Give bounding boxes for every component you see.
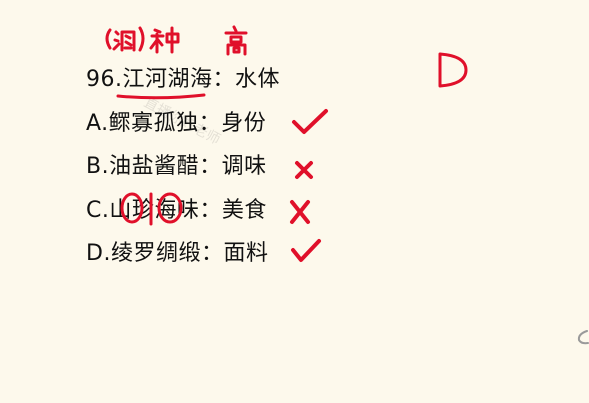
option-c: C.山珍海味：美食 — [86, 197, 267, 225]
option-d: D.绫罗绸缎：面料 — [86, 240, 268, 268]
question-stem: 江河湖海 — [122, 67, 213, 92]
whiteboard: 96.江河湖海：水体 A.鳏寡孤独：身份 B.油盐酱醋：调味 C.山珍海味：美食… — [0, 0, 589, 403]
question-number: 96. — [86, 67, 123, 92]
option-a-category: 身份 — [221, 111, 267, 136]
option-d-prefix: D. — [86, 241, 111, 266]
option-b-term: 油盐酱醋 — [109, 154, 200, 179]
option-b-category: 调味 — [221, 154, 267, 179]
option-d-separator: ： — [200, 241, 224, 266]
check-icon — [290, 108, 330, 140]
handwritten-answer — [430, 48, 475, 97]
question-category: 水体 — [235, 67, 281, 92]
pen-cursor-icon — [576, 330, 589, 350]
option-d-category: 面料 — [223, 241, 269, 266]
option-b-separator: ： — [199, 154, 222, 179]
check-icon — [290, 238, 322, 268]
question-separator: ： — [212, 67, 236, 92]
option-c-category: 美食 — [221, 198, 267, 223]
option-c-term: 山珍海味 — [109, 198, 200, 223]
option-d-term: 绫罗绸缎 — [110, 241, 201, 266]
option-a-prefix: A. — [86, 111, 109, 136]
option-c-separator: ： — [199, 198, 222, 223]
handwritten-note-strokes — [105, 25, 248, 56]
option-b: B.油盐酱醋：调味 — [86, 153, 267, 181]
cross-icon — [287, 198, 313, 230]
question-line: 96.江河湖海：水体 — [86, 66, 280, 94]
option-b-prefix: B. — [86, 154, 110, 179]
option-c-prefix: C. — [86, 198, 110, 223]
handwritten-title-note — [100, 18, 275, 62]
cross-icon — [292, 158, 316, 186]
handwritten-answer-strokes — [438, 52, 468, 88]
